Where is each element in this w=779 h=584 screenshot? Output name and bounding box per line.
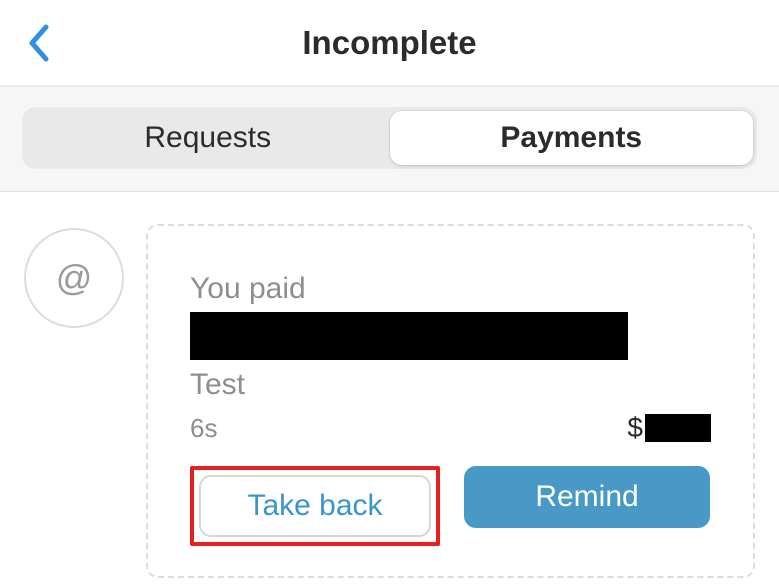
header: Incomplete (0, 0, 779, 86)
amount: $ (627, 412, 711, 444)
avatar[interactable]: @ (24, 228, 124, 328)
back-button[interactable] (26, 23, 50, 63)
meta-row: 6s $ (190, 412, 711, 444)
page-title: Incomplete (0, 24, 779, 62)
tab-requests[interactable]: Requests (26, 111, 390, 165)
transaction-note: Test (190, 368, 711, 402)
take-back-highlight: Take back (190, 466, 440, 546)
recipient-redacted (190, 312, 628, 360)
amount-redacted (645, 414, 711, 442)
transaction-card: You paid Test 6s $ Take back Remind (146, 224, 755, 578)
take-back-button[interactable]: Take back (199, 475, 431, 537)
at-sign-icon: @ (56, 257, 93, 299)
chevron-left-icon (26, 23, 50, 63)
segment-container: Requests Payments (0, 86, 779, 192)
timestamp: 6s (190, 413, 217, 444)
you-paid-label: You paid (190, 272, 711, 306)
currency-symbol: $ (627, 412, 643, 444)
segment-control: Requests Payments (22, 107, 757, 169)
tab-payments[interactable]: Payments (390, 111, 754, 165)
content-area: @ You paid Test 6s $ Take back Remind (0, 192, 779, 578)
remind-button[interactable]: Remind (464, 466, 710, 528)
action-row: Take back Remind (190, 466, 711, 546)
